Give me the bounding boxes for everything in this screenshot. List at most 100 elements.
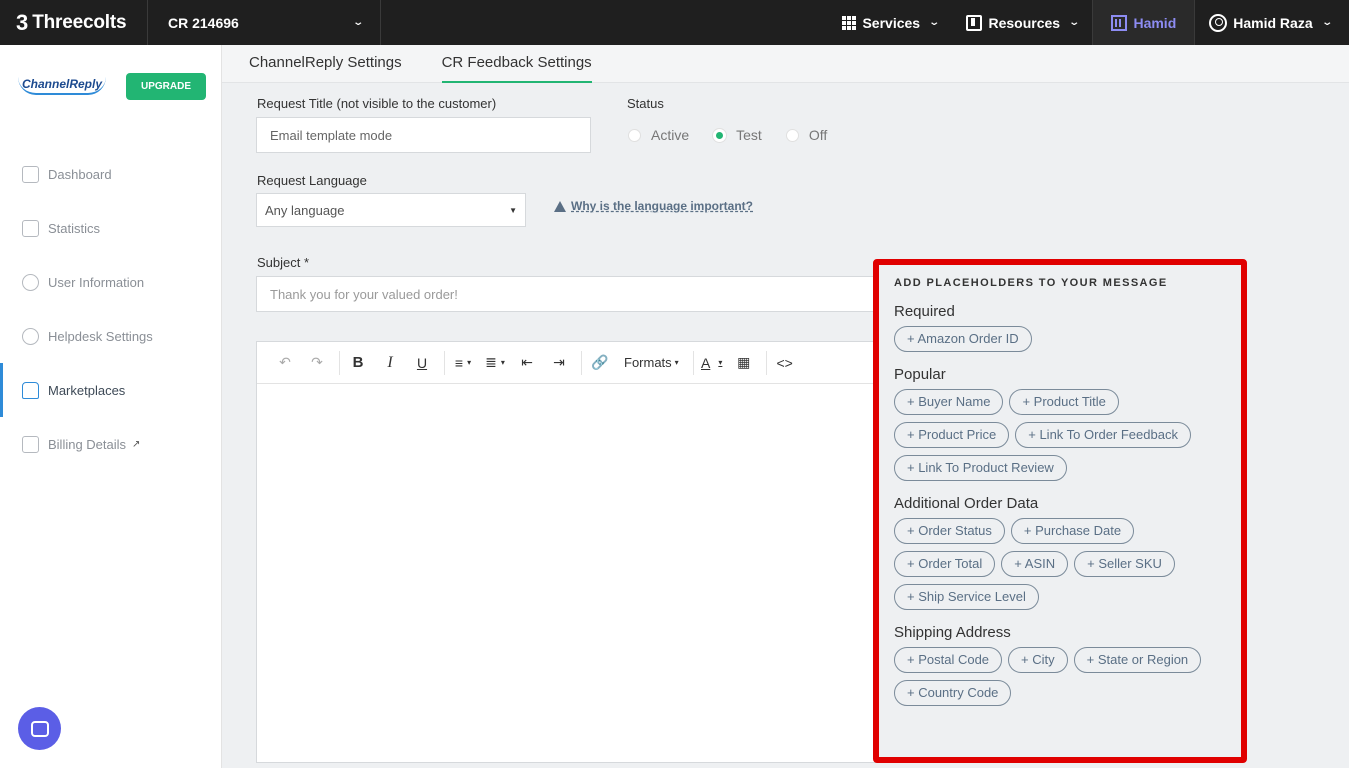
grid-icon — [842, 15, 857, 30]
status-off-radio[interactable]: Off — [785, 127, 828, 143]
organization-button[interactable]: Hamid — [1092, 0, 1196, 45]
radio-label: Test — [736, 127, 762, 143]
redo-icon[interactable]: ↷ — [303, 349, 331, 377]
outdent-icon[interactable]: ⇤ — [513, 349, 541, 377]
placeholder-chip[interactable]: + Order Status — [894, 518, 1005, 544]
top-bar: 3 Threecolts CR 214696 ⌄ Services ⌄ Reso… — [0, 0, 1349, 45]
user-menu[interactable]: Hamid Raza ⌄ — [1195, 0, 1349, 45]
placeholder-chip[interactable]: + Product Price — [894, 422, 1010, 448]
sidebar-item-statistics[interactable]: Statistics — [0, 201, 221, 255]
placeholder-chip[interactable]: + Product Title — [1009, 389, 1119, 415]
placeholder-chip[interactable]: + Seller SKU — [1074, 551, 1175, 577]
sidebar-item-dashboard[interactable]: Dashboard — [0, 147, 221, 201]
brand-name: Threecolts — [32, 11, 127, 33]
placeholder-chip[interactable]: + Buyer Name — [894, 389, 1004, 415]
sidebar-item-label: Dashboard — [48, 166, 112, 182]
sidebar-item-helpdesk-settings[interactable]: Helpdesk Settings — [0, 309, 221, 363]
toolbar-divider — [444, 350, 445, 375]
toolbar-divider — [692, 350, 694, 375]
status-active-radio[interactable]: Active — [628, 127, 689, 143]
request-title-input[interactable]: Email template mode — [256, 117, 591, 153]
placeholder-chip[interactable]: + Country Code — [894, 680, 1012, 706]
sidebar-item-user-information[interactable]: User Information — [0, 255, 221, 309]
tab-channelreply-settings[interactable]: ChannelReply Settings — [222, 45, 424, 83]
formats-dropdown[interactable]: Formats ▾ — [618, 349, 685, 377]
channelreply-logo[interactable]: ChannelReply — [18, 77, 107, 95]
placeholder-chip[interactable]: + State or Region — [1073, 647, 1202, 673]
popular-chips: + Buyer Name + Product Title + Product P… — [894, 389, 1224, 481]
placeholder-chip[interactable]: + ASIN — [1001, 551, 1069, 577]
required-chips: + Amazon Order ID — [894, 326, 1224, 352]
sidebar-nav: Dashboard Statistics User Information He… — [0, 147, 221, 471]
status-radio-group: Active Test Off — [628, 127, 851, 143]
radio-circle — [713, 128, 727, 142]
chevron-down-icon: ⌄ — [928, 17, 941, 28]
radio-circle — [785, 128, 799, 142]
placeholder-chip[interactable]: + Ship Service Level — [894, 584, 1039, 610]
placeholder-chip[interactable]: + Link To Order Feedback — [1015, 422, 1191, 448]
external-link-icon: ↗ — [132, 438, 141, 450]
placeholders-panel: ADD PLACEHOLDERS TO YOUR MESSAGE Require… — [873, 259, 1247, 763]
status-test-radio[interactable]: Test — [713, 127, 762, 143]
undo-icon[interactable]: ↶ — [271, 349, 299, 377]
resources-label: Resources — [988, 14, 1061, 31]
subject-label: Subject * — [257, 255, 310, 270]
sidebar-item-label: User Information — [48, 274, 145, 290]
placeholder-chip[interactable]: + Link To Product Review — [894, 455, 1067, 481]
upgrade-button[interactable]: UPGRADE — [126, 72, 207, 100]
italic-icon[interactable]: I — [376, 349, 404, 377]
radio-label: Off — [808, 127, 828, 143]
placeholder-chip[interactable]: + Amazon Order ID — [894, 326, 1032, 352]
services-label: Services — [862, 14, 921, 31]
store-icon — [22, 381, 39, 399]
message-editor[interactable]: ↶ ↷ B I U ≡ ▾ ≣ ▾ ⇤ ⇥ 🔗 Formats ▾ A ▾ ▦ <> — [256, 341, 896, 763]
warning-icon — [554, 200, 566, 212]
placeholder-chip[interactable]: + Postal Code — [894, 647, 1003, 673]
organization-label: Hamid — [1133, 14, 1177, 31]
chat-support-button[interactable] — [18, 707, 61, 750]
chevron-down-icon: ⌄ — [1068, 17, 1081, 28]
request-language-select[interactable]: Any language ▼ — [256, 193, 526, 227]
chat-icon — [30, 720, 49, 737]
radio-circle — [628, 128, 641, 142]
editor-toolbar: ↶ ↷ B I U ≡ ▾ ≣ ▾ ⇤ ⇥ 🔗 Formats ▾ A ▾ ▦ <> — [257, 342, 895, 384]
building-icon — [1111, 14, 1128, 31]
toolbar-divider — [581, 350, 582, 375]
placeholder-chip[interactable]: + City — [1008, 647, 1068, 673]
numbered-list-icon[interactable]: ≣ ▾ — [481, 349, 509, 377]
subject-input[interactable]: Thank you for your valued order! — [256, 276, 896, 312]
source-code-icon[interactable]: <> — [771, 349, 799, 377]
bold-icon[interactable]: B — [344, 349, 372, 377]
shipping-chips: + Postal Code + City + State or Region +… — [894, 647, 1224, 706]
resources-menu[interactable]: Resources ⌄ — [952, 0, 1092, 45]
sidebar-item-marketplaces[interactable]: Marketplaces — [0, 363, 221, 417]
status-label: Status — [627, 96, 664, 111]
placeholder-chip[interactable]: + Purchase Date — [1010, 518, 1135, 544]
selected-language: Any language — [265, 202, 345, 218]
link-icon[interactable]: 🔗 — [586, 349, 614, 377]
sidebar-item-label: Statistics — [48, 220, 101, 236]
bullet-list-icon[interactable]: ≡ ▾ — [449, 349, 477, 377]
services-menu[interactable]: Services ⌄ — [828, 0, 952, 45]
toolbar-divider — [339, 350, 340, 375]
settings-tabs: ChannelReply Settings CR Feedback Settin… — [222, 45, 1349, 83]
tab-cr-feedback-settings[interactable]: CR Feedback Settings — [424, 45, 592, 83]
receipt-icon — [22, 435, 39, 453]
book-icon — [966, 14, 983, 31]
indent-icon[interactable]: ⇥ — [545, 349, 573, 377]
caret-down-icon: ▼ — [509, 205, 517, 215]
account-selector[interactable]: CR 214696 ⌄ — [148, 0, 381, 45]
language-help-link[interactable]: Why is the language important? — [554, 199, 753, 213]
brand-logo[interactable]: 3 Threecolts — [0, 0, 148, 45]
chevron-down-icon: ⌄ — [1320, 17, 1333, 28]
sidebar-item-billing-details[interactable]: Billing Details ↗ — [0, 417, 221, 471]
editor-body[interactable] — [257, 384, 895, 762]
gear-icon — [22, 327, 39, 345]
request-language-label: Request Language — [257, 173, 367, 188]
underline-icon[interactable]: U — [408, 349, 436, 377]
order-data-chips: + Order Status + Purchase Date + Order T… — [894, 518, 1224, 610]
text-color-icon[interactable]: A ▾ — [698, 349, 726, 377]
image-icon[interactable]: ▦ — [730, 349, 758, 377]
user-avatar-icon — [1209, 13, 1228, 32]
placeholder-chip[interactable]: + Order Total — [894, 551, 996, 577]
